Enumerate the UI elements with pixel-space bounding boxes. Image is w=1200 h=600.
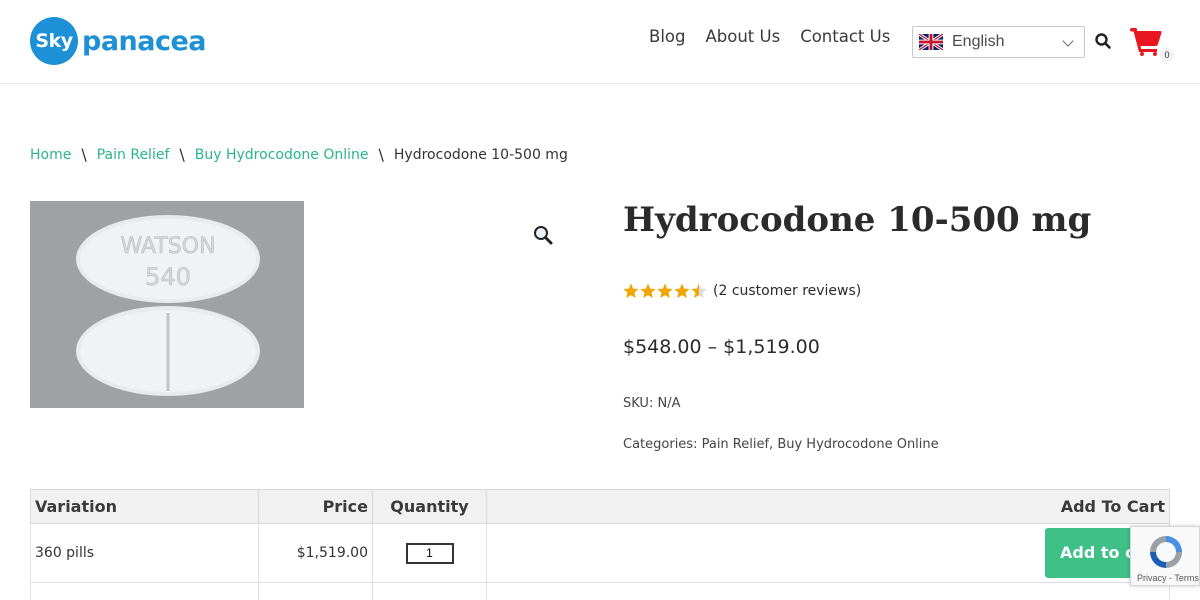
- breadcrumb-home[interactable]: Home: [30, 147, 71, 163]
- logo-badge: Sky: [30, 17, 78, 65]
- zoom-icon[interactable]: [532, 224, 554, 246]
- nav-contact-us[interactable]: Contact Us: [800, 27, 890, 46]
- language-select[interactable]: English: [912, 26, 1085, 58]
- breadcrumb-buy-hydrocodone[interactable]: Buy Hydrocodone Online: [195, 147, 369, 163]
- recaptcha-label: Privacy - Terms: [1137, 573, 1199, 583]
- breadcrumb-separator: \: [81, 145, 87, 164]
- breadcrumb-separator: \: [378, 145, 384, 164]
- variations-table: Variation Price Quantity Add To Cart 360…: [30, 489, 1170, 600]
- recaptcha-icon: [1150, 536, 1182, 568]
- table-header-row: Variation Price Quantity Add To Cart: [30, 489, 1170, 524]
- logo-text: panacea: [82, 25, 207, 57]
- cart-count-badge: 0: [1160, 48, 1174, 62]
- nav-about-us[interactable]: About Us: [705, 27, 780, 46]
- price-cell: $1,519.00: [258, 523, 373, 583]
- breadcrumb-separator: \: [179, 145, 185, 164]
- uk-flag-icon: [919, 34, 943, 50]
- quantity-input[interactable]: [405, 542, 454, 564]
- product-sku: SKU: N/A: [623, 396, 680, 411]
- site-logo[interactable]: Sky panacea: [30, 17, 207, 65]
- breadcrumb-pain-relief[interactable]: Pain Relief: [97, 147, 170, 163]
- quantity-cell: [372, 523, 487, 583]
- column-header-add-to-cart: Add To Cart: [486, 489, 1170, 524]
- nav-blog[interactable]: Blog: [649, 27, 685, 46]
- breadcrumb: Home \ Pain Relief \ Buy Hydrocodone Onl…: [30, 145, 568, 164]
- add-to-cart-cell: Add to cart: [486, 523, 1170, 583]
- price-range: $548.00 – $1,519.00: [623, 336, 820, 358]
- category-link-buy-hydrocodone[interactable]: Buy Hydrocodone Online: [777, 437, 938, 452]
- table-row: [30, 582, 1170, 600]
- categories-label: Categories:: [623, 437, 698, 452]
- product-rating: (2 customer reviews): [623, 283, 861, 299]
- variation-cell: 360 pills: [30, 523, 259, 583]
- language-label: English: [952, 33, 1005, 50]
- product-categories: Categories: Pain Relief, Buy Hydrocodone…: [623, 437, 939, 452]
- site-header: Sky panacea Blog About Us Contact Us Eng…: [0, 0, 1200, 84]
- star-rating-icon: [623, 283, 707, 299]
- table-row: 360 pills $1,519.00 Add to cart: [30, 523, 1170, 583]
- pill-imprint-line1: WATSON: [120, 234, 215, 259]
- chevron-down-icon: [1062, 35, 1074, 47]
- sku-label: SKU:: [623, 396, 654, 411]
- main-nav: Blog About Us Contact Us: [649, 27, 910, 46]
- search-icon[interactable]: [1094, 32, 1112, 50]
- column-header-price: Price: [258, 489, 373, 524]
- breadcrumb-current: Hydrocodone 10-500 mg: [393, 146, 568, 163]
- sku-value: N/A: [657, 396, 681, 411]
- recaptcha-badge[interactable]: Privacy - Terms: [1130, 526, 1200, 586]
- column-header-variation: Variation: [30, 489, 259, 524]
- product-title: Hydrocodone 10-500 mg: [623, 200, 1092, 240]
- column-header-quantity: Quantity: [372, 489, 487, 524]
- cart-icon[interactable]: [1130, 28, 1162, 56]
- category-link-pain-relief[interactable]: Pain Relief: [702, 437, 769, 452]
- pill-imprint-line2: 540: [145, 263, 191, 291]
- customer-reviews-link[interactable]: (2 customer reviews): [713, 283, 861, 299]
- product-image[interactable]: WATSON 540: [30, 201, 304, 408]
